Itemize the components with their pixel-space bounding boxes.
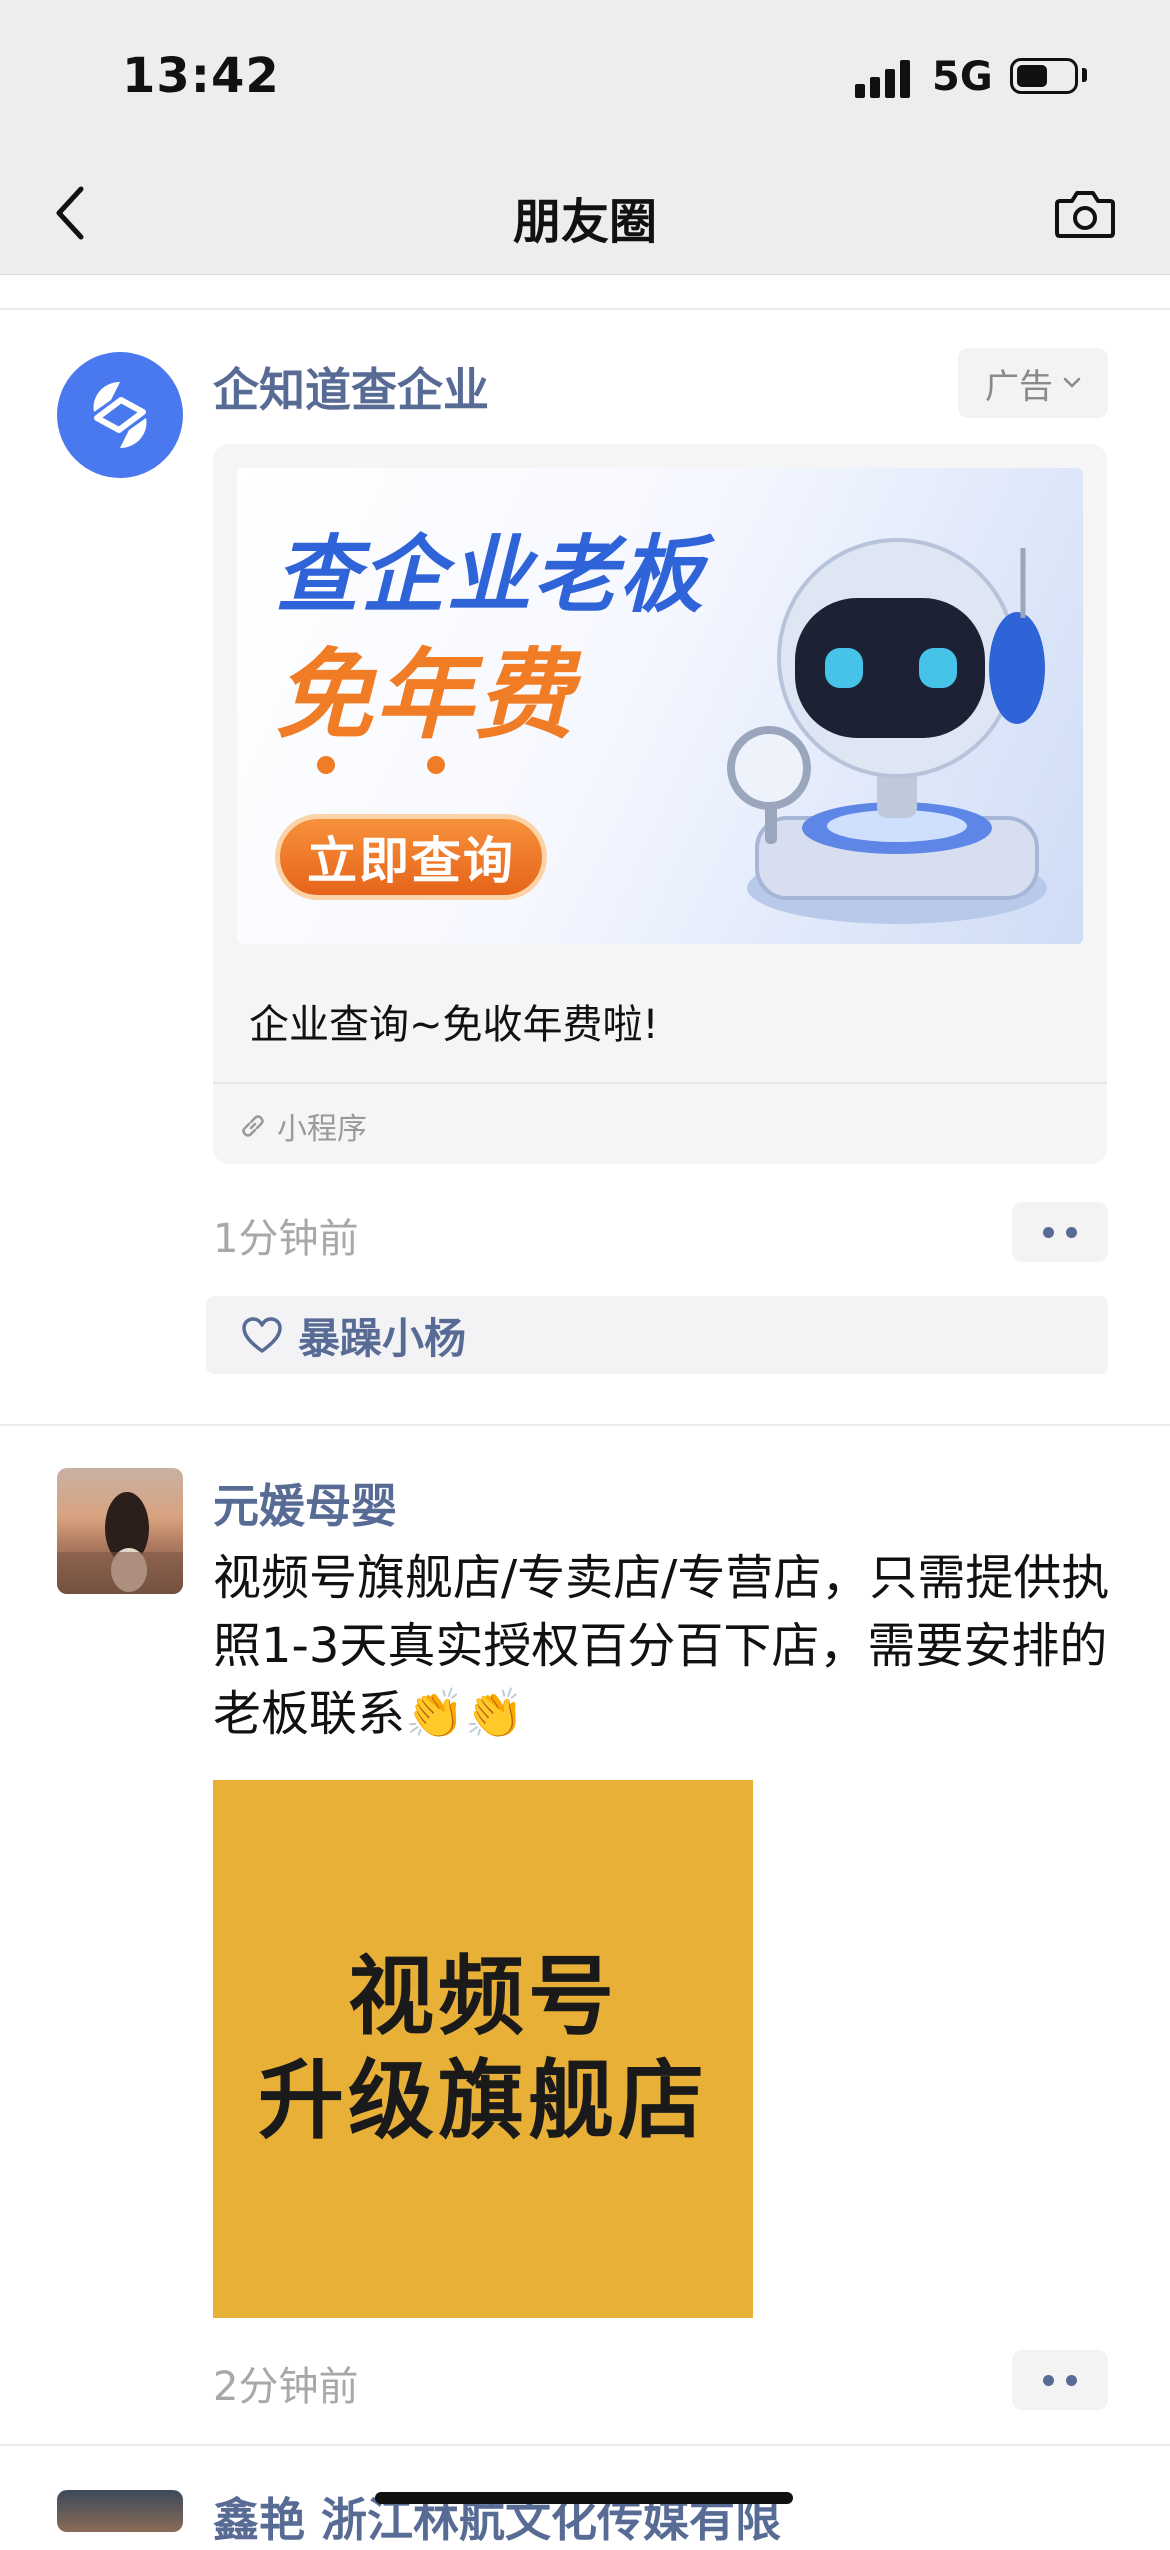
camera-button[interactable]: [1050, 178, 1120, 248]
advertiser-name[interactable]: 企知道查企业: [213, 354, 489, 420]
ad-card-divider: [213, 1082, 1107, 1084]
post-text: 视频号旗舰店/专卖店/专营店，只需提供执照1-3天真实授权百分百下店，需要安排的…: [213, 1550, 1110, 1742]
post-timestamp: 2分钟前: [213, 2364, 359, 2410]
post-image-text-2: 升级旗舰店: [258, 2051, 708, 2151]
more-dot: [1066, 2374, 1077, 2386]
nav-bar: 朋友圈: [0, 150, 1170, 275]
mini-program-label: 小程序: [277, 1112, 367, 1147]
likes-box: 暴躁小杨: [206, 1296, 1108, 1374]
avatar-photo: [57, 1492, 183, 1594]
chevron-down-icon: [1063, 377, 1081, 388]
ad-timestamp: 1分钟前: [213, 1216, 359, 1262]
user-avatar[interactable]: [57, 2490, 183, 2532]
post-image-text-1: 视频号: [348, 1947, 618, 2047]
page-title: 朋友圈: [512, 194, 657, 250]
ad-more-button[interactable]: [1012, 1202, 1108, 1262]
heart-icon: [242, 1317, 282, 1353]
liker-name[interactable]: 暴躁小杨: [298, 1305, 466, 1366]
post-image[interactable]: 视频号 升级旗舰店: [213, 1780, 753, 2318]
user-avatar[interactable]: [57, 1468, 183, 1594]
more-dot: [1043, 1226, 1054, 1238]
ad-headline-1: 查企业老板: [275, 526, 706, 624]
ad-banner[interactable]: 查企业老板 免年费 立即查询: [237, 468, 1083, 944]
post-divider: [0, 1424, 1170, 1426]
ad-label: 广告: [985, 366, 1053, 407]
camera-icon: [1055, 191, 1115, 238]
status-bar: 13:42 5G: [0, 0, 1170, 150]
ad-card[interactable]: 查企业老板 免年费 立即查询 企业查询~免收年费啦! 小程序: [213, 444, 1107, 1164]
status-time: 13:42: [122, 48, 280, 104]
user-name[interactable]: 元媛母婴: [213, 1470, 397, 1536]
robot-illustration: [727, 538, 1047, 924]
chevron-left-icon: [56, 186, 84, 240]
ad-headline-2: 免年费: [275, 639, 576, 753]
post-more-button[interactable]: [1012, 2350, 1108, 2410]
advertiser-avatar[interactable]: [57, 352, 183, 478]
link-icon: [242, 1115, 264, 1137]
top-divider: [0, 308, 1170, 310]
more-dot: [1066, 1226, 1077, 1238]
ad-label-button[interactable]: 广告: [958, 348, 1108, 418]
brand-logo-icon: [93, 382, 147, 448]
post-divider: [0, 2444, 1170, 2446]
network-type: 5G: [932, 54, 993, 100]
ad-cta-button[interactable]: 立即查询: [275, 814, 547, 900]
ad-dot: [317, 756, 335, 774]
battery-tip: [1082, 68, 1087, 82]
ad-caption: 企业查询~免收年费啦!: [249, 1002, 659, 1048]
battery-icon: [1010, 58, 1078, 94]
more-dot: [1043, 2374, 1054, 2386]
home-indicator: [375, 2492, 793, 2504]
ad-dot: [427, 756, 445, 774]
signal-icon: [855, 58, 915, 98]
mini-program-source[interactable]: 小程序: [239, 1104, 367, 1148]
back-button[interactable]: [40, 178, 100, 248]
